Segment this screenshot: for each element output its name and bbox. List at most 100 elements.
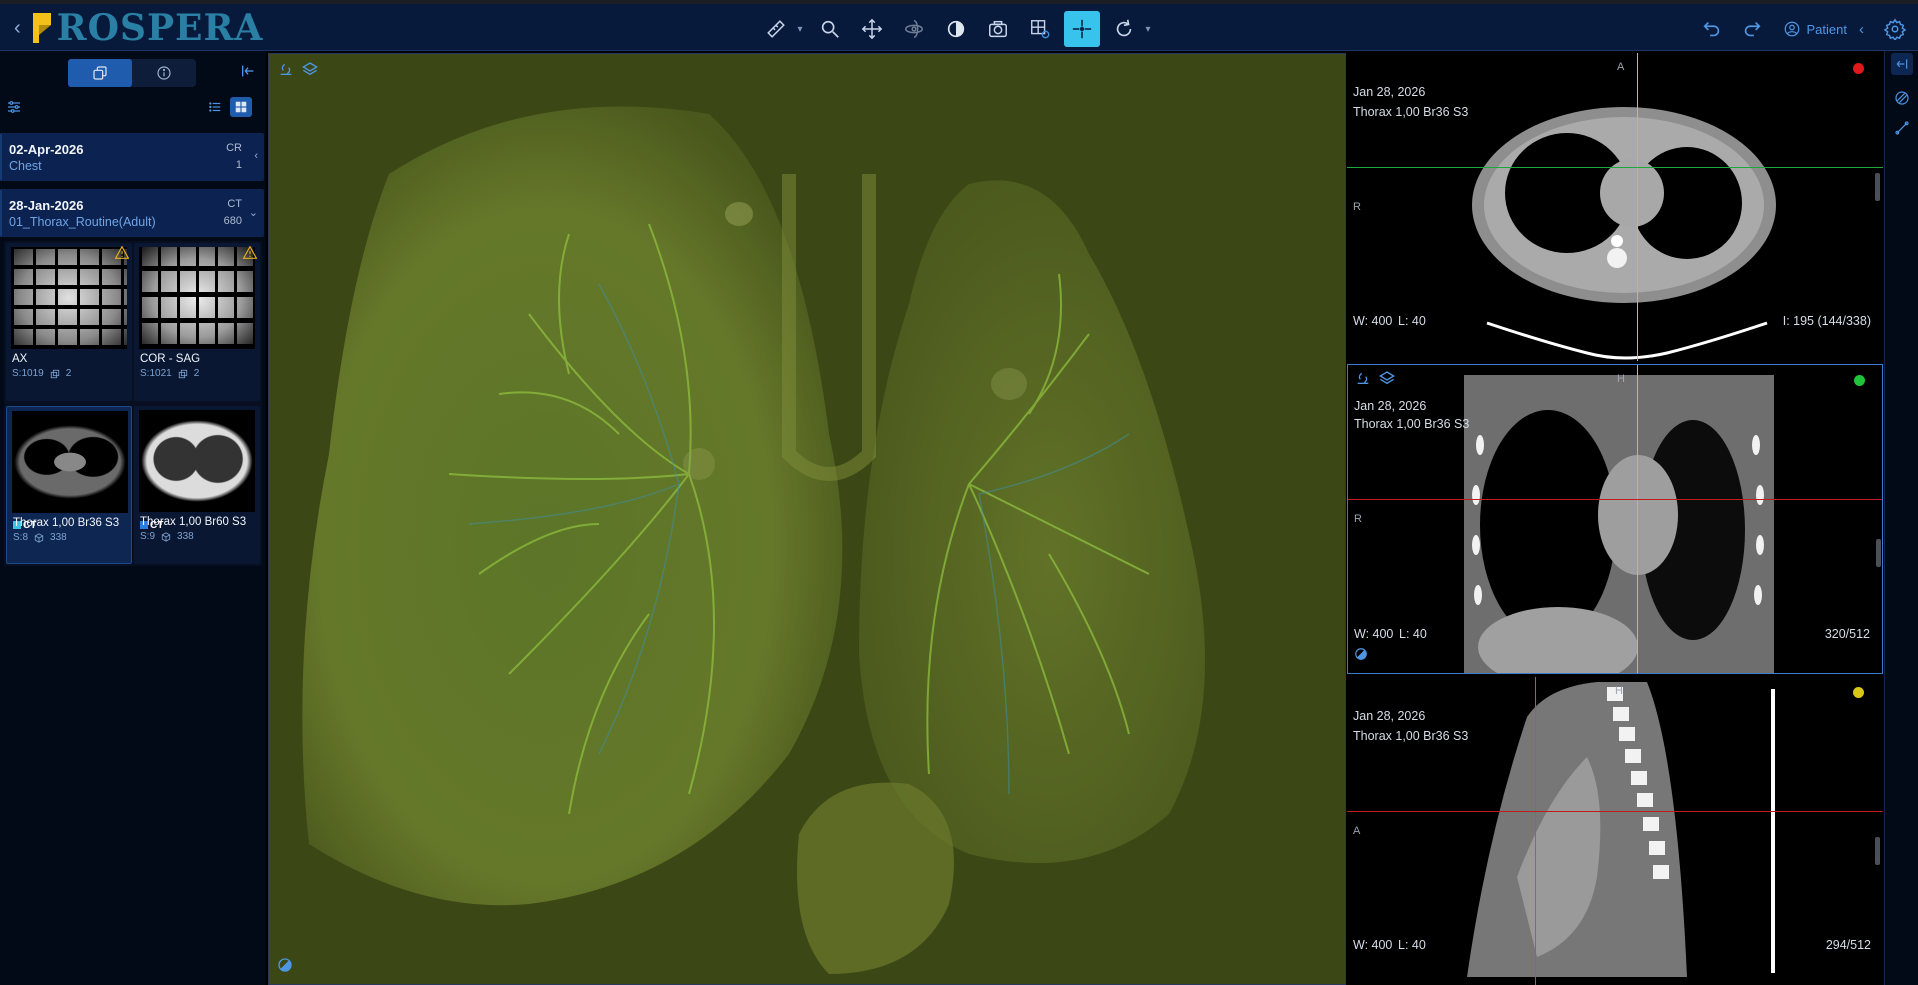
- patient-chevron-icon: ‹: [1859, 20, 1864, 38]
- window-width: W: 400: [1353, 314, 1393, 328]
- patient-button[interactable]: Patient ‹: [1783, 20, 1864, 38]
- tool-group: ▾ ▾: [758, 9, 1154, 49]
- series-number: S:1019: [12, 368, 44, 379]
- series-thumbnail[interactable]: AX S:1019 2: [6, 243, 132, 401]
- orientation-left: R: [1353, 201, 1361, 213]
- expand-panel-icon[interactable]: [1891, 53, 1913, 75]
- slice-scrollbar[interactable]: [1876, 539, 1881, 567]
- slice-scrollbar[interactable]: [1875, 173, 1880, 201]
- measure-dropdown-chevron-icon[interactable]: ▾: [794, 24, 806, 35]
- crosshair-horizontal[interactable]: [1347, 167, 1883, 168]
- zoom-icon[interactable]: [812, 11, 848, 47]
- slice-index: 320/512: [1824, 627, 1870, 641]
- window-width: W: 400: [1354, 627, 1394, 641]
- lung-volume-render: [269, 54, 1345, 984]
- redo-icon[interactable]: [1737, 11, 1767, 47]
- coronal-viewport[interactable]: Jan 28, 2026 Thorax 1,00 Br36 S3 H R W: …: [1347, 364, 1883, 674]
- right-tool-strip: [1884, 51, 1918, 985]
- viewport-color-dot: [1854, 375, 1865, 386]
- series-grid: AX S:1019 2 COR - SAG S:1021 2 CT Thorax…: [4, 241, 262, 566]
- sagittal-ct-slice: [1467, 682, 1775, 977]
- series-thumbnail[interactable]: COR - SAG S:1021 2: [134, 243, 260, 401]
- layers-icon[interactable]: [301, 60, 319, 78]
- viewport-tools: [277, 60, 319, 78]
- study-description: Chest: [9, 159, 42, 173]
- series-meta: S:1021 2: [140, 368, 199, 379]
- right-toolbar: Patient ‹: [1697, 9, 1918, 49]
- viewport-color-dot: [1853, 63, 1864, 74]
- back-chevron-icon[interactable]: ‹: [14, 17, 21, 40]
- rotate-3d-icon[interactable]: [896, 11, 932, 47]
- orientation-top: H: [1617, 373, 1625, 385]
- viewport-series: Thorax 1,00 Br36 S3: [1354, 417, 1470, 431]
- slice-index: I: 195 (144/338): [1782, 314, 1871, 328]
- series-meta: S:1019 2: [12, 368, 71, 379]
- chevron-left-icon[interactable]: ‹: [254, 150, 258, 162]
- crosshair-vertical[interactable]: [1637, 53, 1638, 361]
- reset-dropdown-chevron-icon[interactable]: ▾: [1142, 24, 1154, 35]
- series-meta: S:9 338: [140, 531, 194, 542]
- warning-icon: [115, 246, 129, 259]
- viewport-series: Thorax 1,00 Br36 S3: [1353, 105, 1469, 119]
- series-number: S:9: [140, 531, 156, 542]
- tab-series[interactable]: [68, 59, 132, 87]
- slice-scrollbar[interactable]: [1875, 837, 1880, 865]
- study-item[interactable]: 02-Apr-2026 Chest CR 1 ‹: [0, 133, 264, 181]
- crosshair-horizontal[interactable]: [1347, 811, 1883, 812]
- crosshair-icon[interactable]: [1064, 11, 1100, 47]
- sagittal-viewport[interactable]: Jan 28, 2026 Thorax 1,00 Br36 S3 H A W: …: [1347, 677, 1883, 985]
- logo-text: ROSPERA: [56, 7, 264, 49]
- layers-icon[interactable]: [1378, 369, 1396, 387]
- line-tool-icon[interactable]: [1891, 117, 1913, 139]
- series-meta: S:8 338: [13, 532, 67, 543]
- collapse-panel-icon[interactable]: [240, 63, 256, 84]
- camera-icon[interactable]: [980, 11, 1016, 47]
- axial-viewport[interactable]: Jan 28, 2026 Thorax 1,00 Br36 S3 A R W: …: [1347, 53, 1883, 361]
- study-modality: CT: [227, 198, 242, 210]
- reset-rotate-icon[interactable]: [1106, 11, 1142, 47]
- window-width: W: 400: [1353, 938, 1393, 952]
- link-sync-icon[interactable]: [1354, 369, 1372, 387]
- series-thumbnail[interactable]: CT Thorax 1,00 Br60 S3 S:9 338: [134, 406, 260, 564]
- series-number: S:8: [13, 532, 29, 543]
- patient-icon: [1784, 21, 1799, 37]
- viewport-color-dot: [1853, 687, 1864, 698]
- series-thumbnail-selected[interactable]: CT Thorax 1,00 Br36 S3 S:8 338: [6, 406, 132, 564]
- chevron-down-icon[interactable]: ⌄: [249, 206, 258, 219]
- undo-icon[interactable]: [1697, 11, 1727, 47]
- pan-icon[interactable]: [854, 11, 890, 47]
- orientation-left: A: [1353, 825, 1361, 837]
- filter-sliders-icon[interactable]: [6, 99, 22, 120]
- viewport-series: Thorax 1,00 Br36 S3: [1353, 729, 1469, 743]
- crosshair-vertical[interactable]: [1637, 365, 1638, 673]
- tab-info[interactable]: [132, 59, 196, 87]
- orientation-top: A: [1617, 61, 1625, 73]
- top-toolbar: ‹ ROSPERA ▾ ▾ Patient ‹: [0, 0, 1918, 51]
- measure-icon[interactable]: [758, 11, 794, 47]
- copy-stack-icon: [178, 369, 187, 378]
- settings-gear-icon[interactable]: [1880, 11, 1910, 47]
- logo: ‹ ROSPERA: [14, 7, 264, 49]
- series-name: AX: [12, 353, 28, 365]
- warning-icon: [243, 246, 257, 259]
- study-item[interactable]: 28-Jan-2026 01_Thorax_Routine(Adult) CT …: [0, 189, 264, 237]
- crosshair-horizontal[interactable]: [1348, 499, 1882, 500]
- viewport-date: Jan 28, 2026: [1353, 709, 1426, 723]
- list-view-icon[interactable]: [204, 97, 226, 117]
- study-browser-panel: 02-Apr-2026 Chest CR 1 ‹ 28-Jan-2026 01_…: [0, 51, 266, 985]
- slice-index: 294/512: [1825, 938, 1871, 952]
- grid-view-icon[interactable]: [230, 97, 252, 117]
- layout-settings-icon[interactable]: [1022, 11, 1058, 47]
- link-sync-icon[interactable]: [277, 60, 295, 78]
- viewport-tools: [1354, 369, 1396, 387]
- window-level-icon[interactable]: [277, 957, 293, 978]
- series-preview-image: [139, 247, 255, 349]
- crosshair-vertical[interactable]: [1535, 677, 1536, 985]
- study-count: 1: [235, 159, 242, 171]
- series-preview-image: [11, 247, 127, 349]
- volume-render-viewport[interactable]: [268, 53, 1346, 985]
- logo-mark-icon: [31, 11, 55, 45]
- window-level-icon[interactable]: [1354, 647, 1368, 666]
- window-level-icon[interactable]: [938, 11, 974, 47]
- hatch-sphere-icon[interactable]: [1891, 87, 1913, 109]
